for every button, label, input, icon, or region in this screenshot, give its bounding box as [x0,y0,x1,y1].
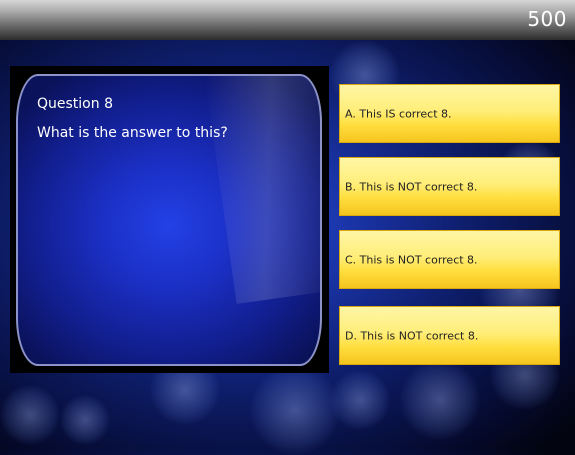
question-screen [16,74,322,366]
answer-option-a[interactable]: A. This IS correct 8. [339,84,560,143]
score-display: 500 [527,7,567,31]
bokeh-light [400,360,480,440]
screen-gloss [204,76,320,304]
answer-label: D. This is NOT correct 8. [345,329,479,342]
bokeh-light [0,385,60,445]
answer-label: A. This IS correct 8. [345,107,452,120]
question-text: What is the answer to this? [37,125,228,141]
answer-label: B. This is NOT correct 8. [345,180,478,193]
answer-label: C. This is NOT correct 8. [345,253,478,266]
bokeh-light [330,370,390,430]
top-bar: 500 [0,0,575,40]
answer-option-b[interactable]: B. This is NOT correct 8. [339,157,560,216]
bokeh-light [250,365,340,455]
bokeh-light [60,395,110,445]
question-number: Question 8 [37,96,113,112]
answer-option-d[interactable]: D. This is NOT correct 8. [339,306,560,365]
answer-option-c[interactable]: C. This is NOT correct 8. [339,230,560,289]
